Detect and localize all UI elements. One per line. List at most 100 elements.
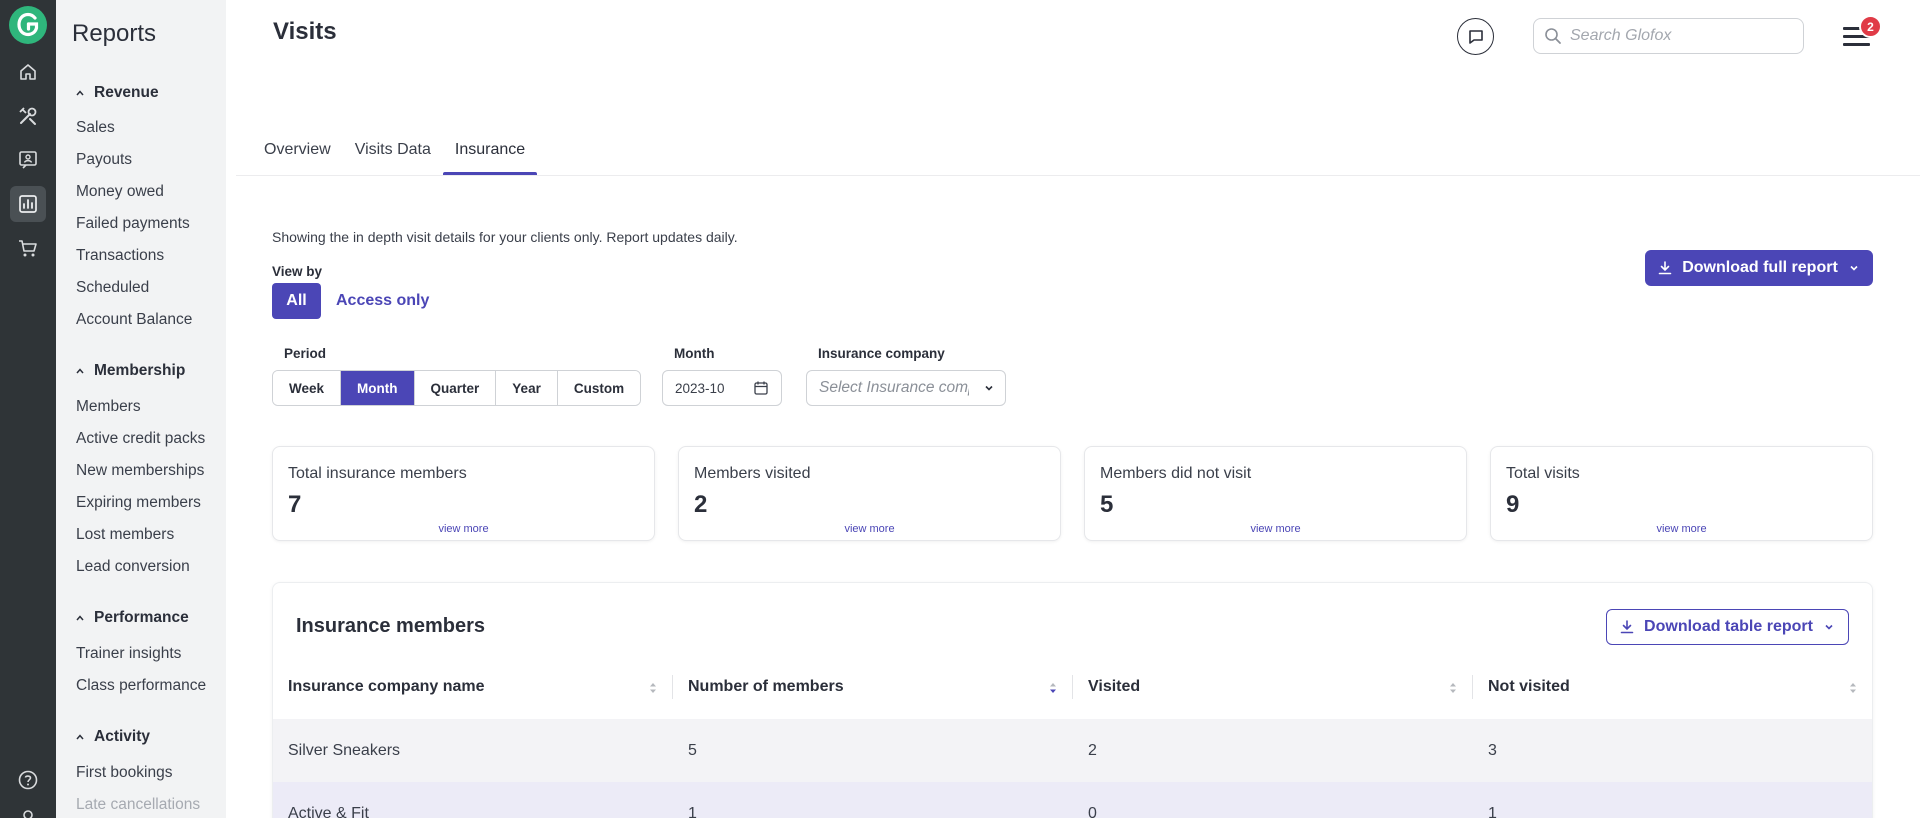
stat-title: Total visits	[1506, 465, 1580, 482]
section-revenue[interactable]: Revenue	[76, 84, 159, 102]
chevron-up-icon	[76, 90, 84, 96]
stat-card-total-visits: Total visits 9 view more	[1490, 446, 1873, 541]
cell-company: Active & Fit	[288, 804, 369, 818]
period-label: Period	[284, 346, 327, 361]
notification-badge: 2	[1859, 15, 1882, 38]
month-value: 2023-10	[675, 380, 725, 396]
page-title: Visits	[273, 18, 337, 45]
sidebar-item-class-performance[interactable]: Class performance	[76, 677, 206, 695]
tab-visits-data[interactable]: Visits Data	[355, 138, 443, 176]
sidebar-item-payouts[interactable]: Payouts	[76, 151, 132, 169]
column-header-insurance-company-name[interactable]: Insurance company name	[273, 665, 673, 709]
view-more-link[interactable]: view more	[679, 523, 1060, 535]
sidebar-item-sales[interactable]: Sales	[76, 119, 115, 137]
view-more-link[interactable]: view more	[1491, 523, 1872, 535]
insurance-company-select[interactable]: Select Insurance company	[806, 370, 1006, 406]
user-icon[interactable]	[10, 800, 46, 818]
column-label: Insurance company name	[288, 678, 485, 695]
column-label: Not visited	[1488, 678, 1570, 695]
sidebar-item-trainer-insights[interactable]: Trainer insights	[76, 645, 181, 663]
search-box[interactable]	[1533, 18, 1804, 54]
insurance-company-label: Insurance company	[818, 346, 945, 361]
stat-card-members-did-not-visit: Members did not visit 5 view more	[1084, 446, 1467, 541]
download-table-report-button[interactable]: Download table report	[1606, 609, 1849, 645]
stat-title: Members visited	[694, 465, 811, 482]
section-performance[interactable]: Performance	[76, 609, 189, 627]
menu-bar	[1843, 43, 1870, 46]
section-label: Revenue	[94, 84, 159, 101]
table-row[interactable]: Silver Sneakers 5 2 3	[273, 719, 1872, 782]
view-more-link[interactable]: view more	[273, 523, 654, 535]
sidebar-item-new-memberships[interactable]: New memberships	[76, 462, 204, 480]
cell-members: 5	[688, 741, 697, 759]
download-icon	[1620, 620, 1634, 634]
sidebar-item-transactions[interactable]: Transactions	[76, 247, 164, 265]
column-header-number-of-members[interactable]: Number of members	[673, 665, 1073, 709]
view-by-all-button[interactable]: All	[272, 283, 321, 319]
period-quarter-button[interactable]: Quarter	[414, 371, 497, 405]
sidebar-item-money-owed[interactable]: Money owed	[76, 183, 164, 201]
tab-insurance[interactable]: Insurance	[442, 138, 538, 176]
section-activity[interactable]: Activity	[76, 728, 150, 746]
stat-value: 7	[288, 491, 302, 518]
view-more-link[interactable]: view more	[1085, 523, 1466, 535]
cell-visited: 2	[1088, 741, 1097, 759]
stat-title: Total insurance members	[288, 465, 467, 482]
column-header-visited[interactable]: Visited	[1073, 665, 1473, 709]
search-icon	[1545, 28, 1561, 44]
column-label: Visited	[1088, 678, 1141, 695]
period-month-button[interactable]: Month	[341, 371, 415, 405]
sidebar-item-account-balance[interactable]: Account Balance	[76, 311, 192, 329]
chat-icon	[1468, 29, 1483, 44]
chevron-up-icon	[76, 734, 84, 740]
period-year-button[interactable]: Year	[496, 371, 558, 405]
table-header: Insurance company name Number of members…	[273, 665, 1872, 709]
contacts-icon[interactable]	[10, 142, 46, 178]
glofox-logo-icon[interactable]	[9, 6, 47, 44]
home-icon[interactable]	[10, 54, 46, 90]
cell-members: 1	[688, 804, 697, 818]
tabs: Overview Visits Data Insurance	[264, 138, 549, 176]
column-label: Number of members	[688, 678, 844, 695]
chat-button[interactable]	[1457, 18, 1494, 55]
view-by-label: View by	[272, 264, 323, 279]
sidebar-item-late-cancellations[interactable]: Late cancellations	[76, 796, 200, 814]
column-header-not-visited[interactable]: Not visited	[1473, 665, 1872, 709]
tabs-divider	[236, 175, 1920, 176]
stat-value: 2	[694, 491, 708, 518]
tab-overview[interactable]: Overview	[264, 138, 343, 176]
chevron-down-icon	[1850, 265, 1858, 271]
sidebar-item-first-bookings[interactable]: First bookings	[76, 764, 172, 782]
period-custom-button[interactable]: Custom	[557, 371, 641, 405]
download-table-report-label: Download table report	[1644, 618, 1813, 635]
section-membership[interactable]: Membership	[76, 362, 185, 380]
cell-visited: 0	[1088, 804, 1097, 818]
chevron-up-icon	[76, 615, 84, 621]
cell-not-visited: 1	[1488, 804, 1497, 818]
section-label: Performance	[94, 609, 189, 626]
reports-chart-icon[interactable]	[10, 186, 46, 222]
help-icon[interactable]	[10, 762, 46, 798]
sidebar-item-active-credit-packs[interactable]: Active credit packs	[76, 430, 205, 448]
chevron-down-icon	[985, 385, 993, 391]
stat-value: 9	[1506, 491, 1520, 518]
table-row[interactable]: Active & Fit 1 0 1	[273, 782, 1872, 818]
download-full-report-button[interactable]: Download full report	[1645, 250, 1873, 286]
sidebar-item-expiring-members[interactable]: Expiring members	[76, 494, 201, 512]
cell-company: Silver Sneakers	[288, 741, 401, 759]
period-selector: Week Month Quarter Year Custom	[272, 370, 642, 406]
period-week-button[interactable]: Week	[273, 371, 342, 405]
sidebar-item-lead-conversion[interactable]: Lead conversion	[76, 558, 190, 576]
sidebar-item-members[interactable]: Members	[76, 398, 141, 416]
sidebar-item-lost-members[interactable]: Lost members	[76, 526, 174, 544]
sidebar-item-failed-payments[interactable]: Failed payments	[76, 215, 190, 233]
view-by-access-only-button[interactable]: Access only	[336, 292, 429, 310]
month-picker[interactable]: 2023-10	[662, 370, 782, 406]
chevron-down-icon	[1825, 624, 1833, 630]
sidebar-title: Reports	[72, 20, 157, 47]
sidebar-item-scheduled[interactable]: Scheduled	[76, 279, 149, 297]
cart-icon[interactable]	[10, 230, 46, 266]
stat-card-members-visited: Members visited 2 view more	[678, 446, 1061, 541]
tools-icon[interactable]	[10, 98, 46, 134]
search-input[interactable]	[1570, 27, 1790, 45]
